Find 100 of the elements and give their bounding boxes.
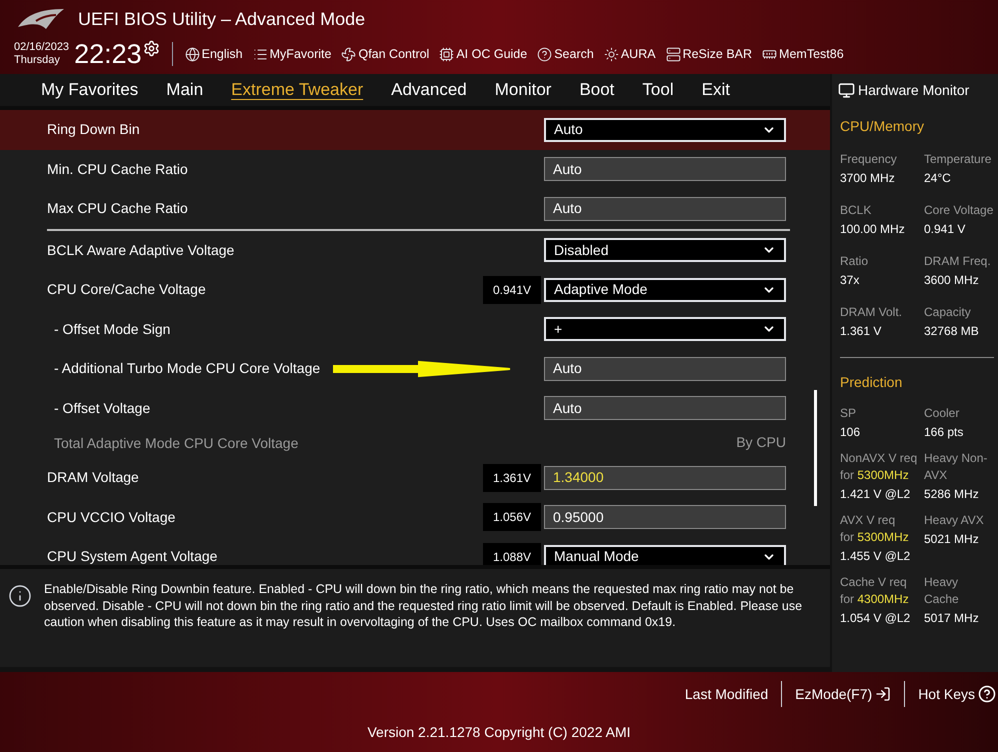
setting-label: CPU System Agent Voltage (46, 547, 218, 565)
weekday-text: Thursday (14, 54, 61, 67)
help-icon (978, 685, 996, 703)
voltage-reading: 1.088V (483, 542, 541, 565)
list-icon (252, 46, 268, 62)
logo-icon (16, 7, 66, 31)
stat-label: Temperature (924, 151, 992, 168)
chip-icon (439, 46, 454, 62)
stat-value: 1.421 V @L2 (840, 486, 912, 503)
setting-label: - Offset Mode Sign (53, 320, 170, 339)
stat-value: 1.054 V @L2 (840, 610, 912, 627)
stat-label: Cooler (924, 405, 960, 422)
globe-icon (184, 46, 200, 62)
tab[interactable]: Extreme Tweaker (231, 77, 364, 103)
stat-label: DRAM Volt. (840, 304, 904, 321)
version-text: Version 2.21.1278 Copyright (C) 2022 AMI (366, 723, 632, 742)
setting-label: Total Adaptive Mode CPU Core Voltage (53, 434, 298, 453)
input-field[interactable]: 0.95000 (544, 505, 786, 530)
setting-label: Min. CPU Cache Ratio (46, 160, 188, 179)
tab[interactable]: My Favorites (41, 77, 138, 103)
setting-label: Ring Down Bin (46, 120, 140, 140)
toolbar-button[interactable]: AI OC Guide (439, 44, 528, 64)
toolbar-button[interactable]: Search (537, 44, 594, 64)
tab[interactable]: Boot (579, 77, 614, 103)
toolbar-button[interactable]: AURA (604, 44, 656, 64)
tab[interactable]: Monitor (494, 77, 552, 103)
stat-value: 0.941 V (924, 221, 966, 238)
toolbar-button[interactable]: MemTest86 (762, 44, 844, 64)
server-icon (666, 46, 681, 62)
stat-label: Core Voltage (924, 202, 994, 219)
stat-value: 5021 MHz (924, 531, 980, 548)
dropdown[interactable]: Manual Mode (544, 544, 786, 565)
stat-label: Capacity (924, 304, 972, 321)
stat-value: 37x (840, 272, 860, 289)
tab[interactable]: Tool (642, 77, 674, 103)
setting-label: CPU VCCIO Voltage (46, 508, 176, 527)
monitor-icon (838, 82, 855, 98)
stat-value: 5017 MHz (924, 610, 980, 627)
settings-icon[interactable] (142, 40, 160, 56)
setting-value: By CPU (736, 434, 786, 450)
setting-label: Max CPU Cache Ratio (46, 199, 188, 218)
input-field[interactable]: Auto (544, 396, 786, 420)
stat-value: 24°C (924, 170, 952, 187)
exit-icon (875, 686, 892, 702)
dropdown[interactable]: + (544, 317, 786, 342)
toolbar-button[interactable]: Qfan Control (341, 44, 430, 64)
dropdown[interactable]: Auto (544, 118, 786, 142)
stat-label: AVX V req for 5300MHz (840, 512, 910, 546)
setting-label: CPU Core/Cache Voltage (46, 280, 206, 300)
stat-value: 3600 MHz (924, 272, 980, 289)
toolbar-button[interactable]: English (184, 44, 243, 64)
setting-label: DRAM Voltage (46, 468, 139, 488)
scrollbar[interactable] (814, 390, 817, 506)
input-field[interactable]: 1.34000 (544, 466, 786, 490)
dropdown[interactable]: Disabled (544, 238, 786, 262)
stat-label: Heavy Non-AVX (924, 450, 988, 484)
stat-value: 1.361 V (840, 323, 882, 340)
footer-button[interactable]: Last Modified (684, 684, 768, 704)
selected-setting-row[interactable]: Ring Down Bin Auto (0, 110, 830, 150)
input-field[interactable]: Auto (544, 196, 786, 221)
section-title: Prediction (840, 373, 904, 392)
voltage-reading: 1.361V (483, 464, 541, 492)
footer-button[interactable]: EzMode(F7) (795, 684, 892, 704)
clock-time: 22:23 (74, 40, 142, 68)
date-text: 02/16/2023 (14, 41, 70, 54)
setting-label: - Additional Turbo Mode CPU Core Voltage (53, 359, 320, 378)
window-title: UEFI BIOS Utility – Advanced Mode (78, 8, 366, 31)
dropdown[interactable]: Adaptive Mode (544, 278, 786, 302)
stat-label: Frequency (840, 151, 898, 168)
stat-value: 3700 MHz (840, 170, 896, 187)
stat-value: 32768 MB (924, 323, 980, 340)
help-icon (537, 46, 552, 62)
tab[interactable]: Advanced (391, 77, 467, 103)
toolbar-button[interactable]: MyFavorite (252, 44, 332, 64)
help-text: Enable/Disable Ring Downbin feature. Enabled - CPU will down bin the ring ratio, which means the requested max ring ratio may not be observed. Disable - CPU will not down bin the ring ratio and the requested ring ratio limit will be observed. Default is Enabled. Please use caution when disabling this feature as it may result in overvoltaging of the CPU. Uses OC mailbox command 0x19. (44, 581, 804, 630)
stat-label: BCLK (840, 202, 872, 219)
input-field[interactable]: Auto (544, 157, 786, 182)
sun-icon (604, 46, 619, 62)
setting-label: - Offset Voltage (53, 398, 150, 418)
setting-label: BCLK Aware Adaptive Voltage (46, 240, 234, 260)
voltage-reading: 0.941V (483, 276, 541, 304)
stat-label: Ratio (840, 253, 870, 270)
stat-label: DRAM Freq. (924, 253, 992, 270)
stat-value: 5286 MHz (924, 486, 980, 503)
input-field[interactable]: Auto (544, 356, 786, 381)
info-icon (8, 584, 32, 608)
tab[interactable]: Exit (702, 77, 730, 103)
stat-label: SP (840, 405, 858, 422)
tab[interactable]: Main (166, 77, 204, 103)
toolbar-button[interactable]: ReSize BAR (666, 44, 752, 64)
panel-title: Hardware Monitor (858, 80, 970, 100)
stat-value: 1.455 V @L2 (840, 548, 912, 565)
stat-value: 100.00 MHz (840, 221, 906, 238)
footer-button[interactable]: Hot Keys (918, 684, 996, 704)
section-title: CPU/Memory (840, 117, 926, 136)
stat-label: Heavy AVX (924, 512, 985, 529)
voltage-reading: 1.056V (483, 503, 541, 532)
stat-value: 106 (840, 424, 862, 441)
stat-label: Heavy Cache (924, 574, 960, 608)
stat-label: Cache V req for 4300MHz (840, 574, 910, 608)
